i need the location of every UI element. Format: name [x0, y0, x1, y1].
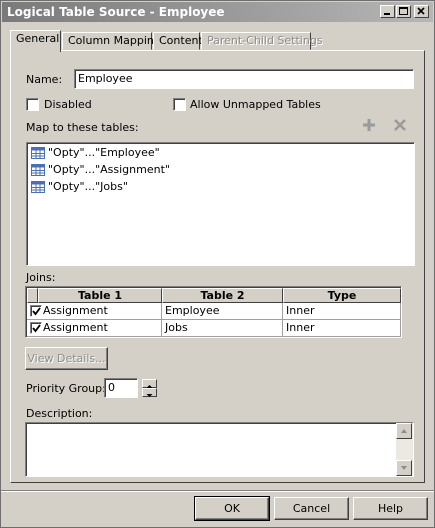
mapped-tables-list[interactable]: "Opty"..."Employee" "Opty"..."Assignment… — [26, 142, 415, 266]
disabled-checkbox[interactable] — [26, 98, 39, 111]
description-label: Description: — [26, 407, 93, 420]
cancel-button[interactable]: Cancel — [274, 497, 349, 520]
allow-unmapped-tables-checkbox[interactable] — [173, 98, 186, 111]
join-row-checkbox[interactable] — [30, 322, 42, 334]
minimize-icon — [384, 13, 390, 15]
join-table1-cell: Assignment — [43, 321, 108, 334]
table-name: "Opty"..."Assignment" — [48, 163, 170, 176]
description-textarea[interactable] — [25, 422, 414, 477]
priority-spin-up[interactable] — [142, 379, 157, 388]
disabled-checkbox-label: Disabled — [44, 98, 92, 111]
close-icon — [417, 7, 425, 15]
table-row[interactable]: Assignment — [27, 303, 162, 320]
delete-x-icon — [394, 119, 406, 131]
view-details-button: View Details... — [25, 347, 108, 370]
tab-column-mapping[interactable]: Column Mapping — [62, 32, 161, 50]
table-name: "Opty"..."Employee" — [48, 146, 160, 159]
join-table2-cell[interactable]: Jobs — [162, 320, 283, 337]
joins-table[interactable]: Table 1 Table 2 Type Assignment Employee… — [25, 286, 402, 338]
table-icon — [31, 147, 45, 159]
name-input[interactable]: Employee — [74, 69, 414, 89]
dialog-window: Logical Table Source - Employee General … — [0, 0, 435, 528]
window-title: Logical Table Source - Employee — [7, 5, 225, 19]
table-icon — [31, 181, 45, 193]
allow-unmapped-tables-label: Allow Unmapped Tables — [190, 98, 321, 111]
priority-group-label: Priority Group: — [26, 382, 106, 395]
priority-spin-down[interactable] — [142, 388, 157, 397]
join-row-checkbox[interactable] — [30, 305, 42, 317]
table-icon — [31, 164, 45, 176]
priority-group-input[interactable]: 0 — [104, 378, 138, 398]
plus-icon — [363, 119, 375, 131]
tab-parent-child-settings: Parent-Child Settings — [201, 32, 323, 50]
add-table-button[interactable] — [361, 117, 377, 133]
footer-divider-highlight — [1, 491, 434, 492]
checkmark-icon — [32, 324, 41, 333]
tab-content[interactable]: Content — [153, 32, 203, 50]
close-button[interactable] — [414, 5, 429, 18]
tab-general[interactable]: General — [10, 30, 61, 52]
join-table1-cell: Assignment — [43, 304, 108, 317]
list-item[interactable]: "Opty"..."Employee" — [31, 145, 160, 161]
joins-header-spacer — [27, 288, 38, 303]
join-table2-cell[interactable]: Employee — [162, 303, 283, 320]
list-item[interactable]: "Opty"..."Jobs" — [31, 179, 128, 195]
remove-table-button[interactable] — [392, 117, 408, 133]
join-type-cell[interactable]: Inner — [283, 303, 401, 320]
join-type-cell[interactable]: Inner — [283, 320, 401, 337]
joins-label: Joins: — [26, 271, 56, 284]
table-name: "Opty"..."Jobs" — [48, 180, 128, 193]
joins-header-type[interactable]: Type — [283, 288, 401, 303]
list-item[interactable]: "Opty"..."Assignment" — [31, 162, 170, 178]
scroll-down-icon — [401, 466, 407, 470]
minimize-button[interactable] — [380, 5, 395, 18]
maximize-button[interactable] — [396, 5, 411, 18]
checkmark-icon — [32, 307, 41, 316]
title-bar[interactable]: Logical Table Source - Employee — [2, 2, 433, 22]
map-tables-label: Map to these tables: — [26, 121, 139, 134]
scroll-up-icon — [401, 429, 407, 433]
maximize-icon — [399, 7, 408, 15]
ok-button[interactable]: OK — [194, 496, 270, 521]
scroll-up-button[interactable] — [396, 423, 412, 439]
name-label: Name: — [26, 73, 63, 86]
table-row[interactable]: Assignment — [27, 320, 162, 337]
joins-header-table1[interactable]: Table 1 — [38, 288, 162, 303]
description-scrollbar[interactable] — [396, 423, 413, 476]
joins-header-table2[interactable]: Table 2 — [162, 288, 283, 303]
down-arrow-icon — [146, 394, 153, 397]
help-button[interactable]: Help — [353, 497, 428, 520]
scroll-down-button[interactable] — [396, 460, 412, 476]
